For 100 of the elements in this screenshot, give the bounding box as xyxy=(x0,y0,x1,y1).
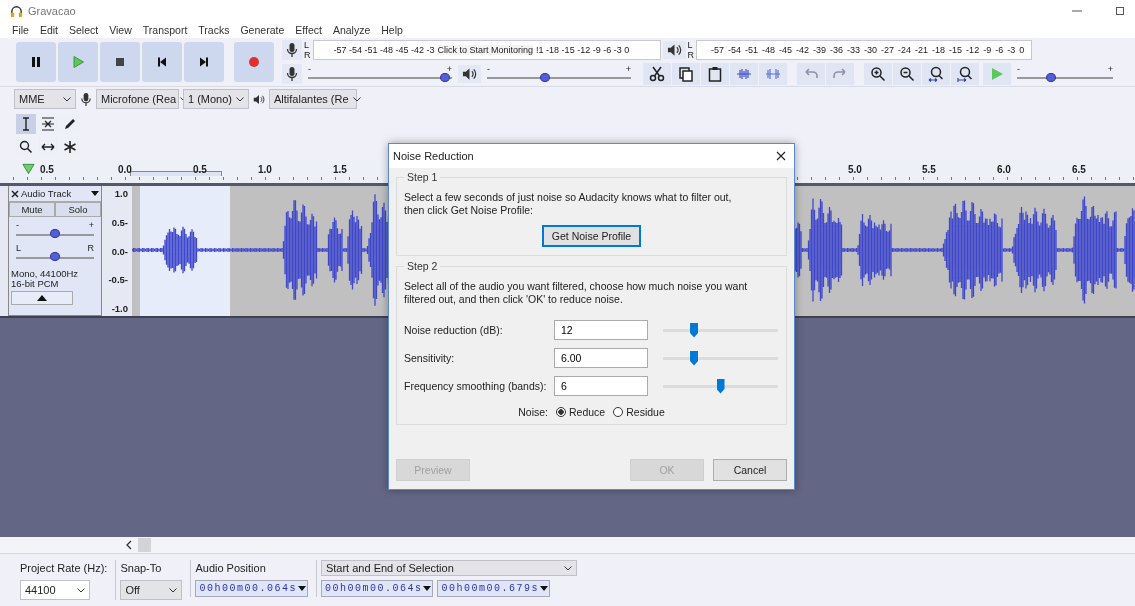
slider-thumb[interactable] xyxy=(439,72,450,82)
selection-tool-icon[interactable] xyxy=(16,113,36,134)
plus-label: + xyxy=(88,221,94,229)
playback-meter[interactable]: -57 -54 -51 -48 -45 -42 -39 -36 -33 -30 -27 -24 -21 -18 -15 -12 -9 -6 -3 0 xyxy=(696,40,1032,60)
fit-project-icon[interactable] xyxy=(951,63,979,85)
up-triangle-icon xyxy=(37,295,47,301)
instruction-text: Select a few seconds of just noise so Audacity knows what to filter out, then click Get Noise Profile: xyxy=(404,191,733,217)
field-label: Noise reduction (dB): xyxy=(404,324,504,336)
selection-range-bar[interactable] xyxy=(130,171,222,176)
meter-scale: -57 -54 -51 -48 -45 -42 -39 -36 -33 -30 -27 -24 -21 -18 -15 -12 -9 -6 -3 0 xyxy=(711,45,1025,55)
stop-icon xyxy=(113,55,127,69)
radio-option[interactable]: Residue xyxy=(613,406,665,418)
snap-to-dropdown[interactable]: Off xyxy=(120,580,183,600)
field-label: Frequency smoothing (bands): xyxy=(404,380,548,392)
amplitude-label: 1.0 xyxy=(114,188,128,199)
minus-label: - xyxy=(1017,64,1020,73)
skip-to-end-icon xyxy=(197,55,211,69)
track-name-menu[interactable]: Audio Track xyxy=(21,188,89,199)
menu-item[interactable]: Edit xyxy=(39,24,58,36)
audio-position-field[interactable]: 00h00m00.064s xyxy=(195,580,308,597)
close-icon[interactable] xyxy=(776,151,786,161)
clipboard-icon[interactable] xyxy=(701,63,729,85)
scissors-icon[interactable] xyxy=(643,63,671,85)
silence-icon[interactable] xyxy=(759,63,787,85)
pin-triangle-icon[interactable] xyxy=(22,163,35,175)
skip-to-start-button[interactable] xyxy=(142,42,182,82)
ruler-label: 0.5 xyxy=(193,164,207,175)
trim-icon[interactable] xyxy=(730,63,758,85)
channel-label: R xyxy=(687,50,694,60)
skip-to-end-button[interactable] xyxy=(184,42,224,82)
audio-position-label: Audio Position xyxy=(195,561,267,576)
menu-item[interactable]: Help xyxy=(381,24,403,36)
radio-button[interactable] xyxy=(556,407,566,417)
collapse-button[interactable] xyxy=(11,291,73,305)
radio-button[interactable] xyxy=(613,407,624,417)
slider-thumb[interactable] xyxy=(1045,72,1056,82)
maximize-icon[interactable] xyxy=(1115,6,1125,16)
caret-icon xyxy=(563,565,572,571)
input-field[interactable]: 6.00 xyxy=(554,348,648,368)
menu-item[interactable]: Select xyxy=(69,24,99,36)
slider-thumb[interactable] xyxy=(539,72,550,82)
menu-item[interactable]: View xyxy=(109,24,132,36)
slider-thumb[interactable] xyxy=(690,350,699,366)
slider-thumb[interactable] xyxy=(50,229,60,238)
dialog-button[interactable]: Cancel xyxy=(713,459,787,481)
selection-end-field[interactable]: 00h00m00.679s xyxy=(437,580,550,597)
mute-button[interactable]: Mute xyxy=(9,202,55,217)
left-label: L xyxy=(16,244,21,252)
ruler-label: 0.5 xyxy=(40,164,54,175)
solo-button[interactable]: Solo xyxy=(55,202,101,217)
pause-icon xyxy=(29,55,43,69)
dropdown-triangle-icon[interactable] xyxy=(91,191,99,196)
ruler-label: 0.0 xyxy=(118,164,132,175)
scroll-left-icon[interactable] xyxy=(126,540,132,550)
right-label: R xyxy=(87,244,94,252)
radio-option[interactable]: Reduce xyxy=(556,406,606,418)
ruler-label: 6.0 xyxy=(997,164,1011,175)
get-noise-profile-button[interactable]: Get Noise Profile xyxy=(541,225,642,247)
minus-label: - xyxy=(16,221,19,229)
input-field[interactable]: 12 xyxy=(554,320,648,340)
field-label: Sensitivity: xyxy=(404,352,456,364)
fit-selection-icon[interactable] xyxy=(922,63,950,85)
scrollbar-thumb[interactable] xyxy=(138,538,151,552)
dropdown-triangle-icon xyxy=(297,586,306,591)
minus-label: - xyxy=(487,64,490,73)
menu-item[interactable]: Effect xyxy=(295,24,322,36)
recording-channels-dropdown[interactable]: 1 (Mono) xyxy=(183,89,249,109)
minus-label: - xyxy=(308,64,311,73)
caret-icon xyxy=(77,587,85,593)
plus-label: + xyxy=(625,64,631,73)
menu-item[interactable]: Tracks xyxy=(198,24,230,36)
menu-item[interactable]: Analyze xyxy=(332,24,371,36)
microphone-icon xyxy=(80,91,92,107)
microphone-icon[interactable] xyxy=(282,40,302,60)
ruler-label: 6.5 xyxy=(1072,164,1086,175)
close-icon[interactable] xyxy=(11,189,19,198)
slider-thumb[interactable] xyxy=(690,322,699,338)
record-icon xyxy=(247,55,261,69)
caret-icon xyxy=(63,96,71,102)
copy-icon[interactable] xyxy=(672,63,700,85)
record-button[interactable] xyxy=(234,42,274,82)
window-title: Gravacao xyxy=(28,5,76,17)
recording-meter[interactable]: -57 -54 -51 -48 -45 -42 -3 Click to Start Monitoring !1 -18 -15 -12 -9 -6 -3 0 xyxy=(312,40,661,60)
audio-host-dropdown[interactable]: MME xyxy=(14,89,76,109)
menu-item[interactable]: File xyxy=(12,24,29,36)
selection-start-field[interactable]: 00h00m00.064s xyxy=(320,580,434,597)
input-field[interactable]: 6 xyxy=(554,376,648,396)
zoom-out-icon[interactable] xyxy=(893,63,921,85)
menu-item[interactable]: Transport xyxy=(142,24,188,36)
pause-button[interactable] xyxy=(16,42,56,82)
slider-thumb[interactable] xyxy=(50,252,60,261)
speaker-icon[interactable] xyxy=(662,41,686,59)
menu-item[interactable]: Generate xyxy=(240,24,285,36)
group-legend: Step 1 xyxy=(404,171,441,183)
slider-thumb[interactable] xyxy=(716,378,725,394)
zoom-in-icon[interactable] xyxy=(864,63,892,85)
stop-button[interactable] xyxy=(100,42,140,82)
selection-format-dropdown[interactable]: Start and End of Selection xyxy=(320,560,577,576)
project-rate-dropdown[interactable]: 44100 xyxy=(20,580,90,600)
project-rate-label: Project Rate (Hz): xyxy=(20,561,108,576)
